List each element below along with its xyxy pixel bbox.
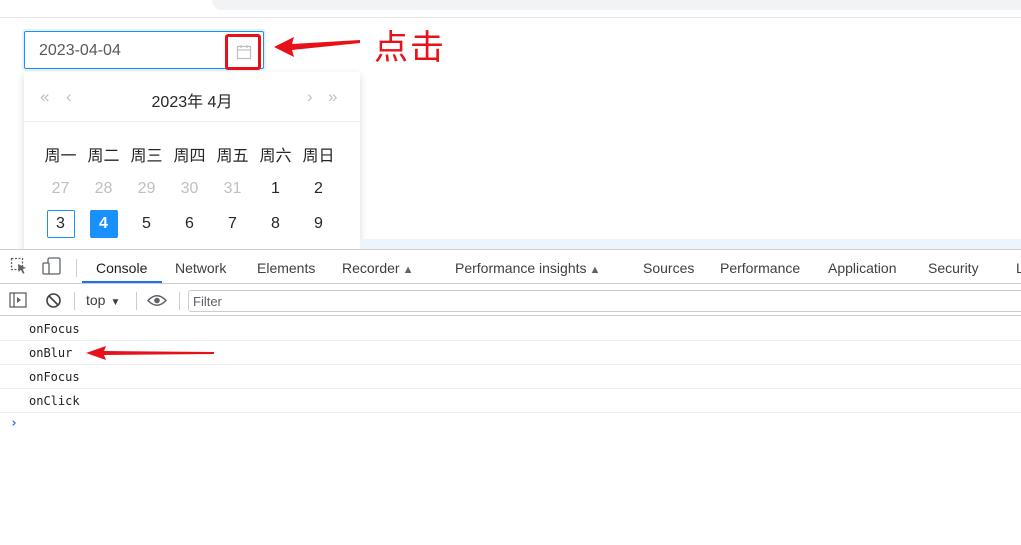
console-log-line: onFocus xyxy=(0,365,1021,389)
console-log-line: onFocus xyxy=(0,317,1021,341)
calendar-day[interactable]: 28 xyxy=(82,175,125,203)
filter-input[interactable]: Filter xyxy=(188,290,1021,312)
tab-performance-insights[interactable]: Performance insights ▲ xyxy=(455,260,600,276)
calendar-day[interactable]: 6 xyxy=(168,210,211,238)
calendar-week-row: 27 28 29 30 31 1 2 xyxy=(39,175,340,203)
calendar-day[interactable]: 5 xyxy=(125,210,168,238)
weekday-label: 周五 xyxy=(216,148,249,165)
page-bottom-strip xyxy=(360,239,1021,249)
calendar-icon-highlight[interactable] xyxy=(225,34,261,70)
eye-icon[interactable] xyxy=(147,294,167,307)
caret-down-icon: ▼ xyxy=(110,297,121,308)
calendar-day[interactable]: 30 xyxy=(168,175,211,203)
devtools-panel: Console Network Elements Recorder ▲ Perfo… xyxy=(0,249,1021,545)
console-toolbar: top ▼ Filter xyxy=(0,285,1021,316)
weekday-label: 周六 xyxy=(259,148,292,165)
next-month-icon[interactable]: › xyxy=(307,87,313,107)
flask-icon: ▲ xyxy=(589,264,601,276)
weekday-label: 周三 xyxy=(130,148,163,165)
calendar-day-selected[interactable]: 4 xyxy=(82,210,125,238)
calendar-day[interactable]: 27 xyxy=(39,175,82,203)
today-day-label: 3 xyxy=(46,210,75,238)
tab-recorder[interactable]: Recorder ▲ xyxy=(342,260,413,276)
tab-lighthouse[interactable]: L xyxy=(1016,260,1021,276)
calendar-day[interactable]: 9 xyxy=(297,210,340,238)
console-log-line: onClick xyxy=(0,389,1021,413)
weekday-label: 周日 xyxy=(302,148,335,165)
calendar-icon[interactable] xyxy=(236,44,252,60)
context-selector[interactable]: top ▼ xyxy=(86,292,120,308)
tab-recorder-label: Recorder xyxy=(342,260,400,276)
tab-console[interactable]: Console xyxy=(96,260,147,276)
weekday-label: 周四 xyxy=(173,148,206,165)
calendar-day[interactable]: 8 xyxy=(254,210,297,238)
context-selector-label: top xyxy=(86,292,106,308)
sidebar-toggle-icon[interactable] xyxy=(9,292,27,308)
calendar-day[interactable]: 1 xyxy=(254,175,297,203)
calendar-day-today[interactable]: 3 xyxy=(39,210,82,238)
tab-security[interactable]: Security xyxy=(928,260,979,276)
tab-sources[interactable]: Sources xyxy=(643,260,694,276)
calendar-day[interactable]: 2 xyxy=(297,175,340,203)
tab-application[interactable]: Application xyxy=(828,260,897,276)
calendar-header: « ‹ 2023年 4月 › » xyxy=(24,72,360,122)
clear-console-icon[interactable] xyxy=(45,292,62,309)
tab-network[interactable]: Network xyxy=(175,260,226,276)
device-toolbar-icon[interactable] xyxy=(42,257,62,275)
date-value: 2023-04-04 xyxy=(39,42,121,59)
tab-performance[interactable]: Performance xyxy=(720,260,800,276)
calendar-dropdown: « ‹ 2023年 4月 › » 周一 周二 周三 周四 周五 周六 周日 27… xyxy=(24,72,360,250)
next-year-icon[interactable]: » xyxy=(328,87,337,107)
calendar-day[interactable]: 7 xyxy=(211,210,254,238)
console-prompt-icon[interactable]: › xyxy=(10,416,18,431)
weekday-row: 周一 周二 周三 周四 周五 周六 周日 xyxy=(39,142,340,166)
tab-elements[interactable]: Elements xyxy=(257,260,315,276)
tab-performance-insights-label: Performance insights xyxy=(455,260,587,276)
annotation-label: 点击 xyxy=(374,28,446,68)
devtools-tab-bar: Console Network Elements Recorder ▲ Perfo… xyxy=(0,250,1021,284)
calendar-week-row: 3 4 5 6 7 8 9 xyxy=(39,210,340,238)
active-tab-indicator xyxy=(82,281,162,283)
annotation-arrow-icon xyxy=(86,346,214,360)
browser-top-strip xyxy=(0,0,1021,18)
weekday-label: 周二 xyxy=(87,148,120,165)
inspect-element-icon[interactable] xyxy=(10,257,28,275)
selected-day-label: 4 xyxy=(89,210,118,238)
weekday-label: 周一 xyxy=(44,148,77,165)
calendar-day[interactable]: 31 xyxy=(211,175,254,203)
annotation-arrow-icon xyxy=(274,37,360,57)
calendar-day[interactable]: 29 xyxy=(125,175,168,203)
flask-icon: ▲ xyxy=(402,264,414,276)
address-bar[interactable] xyxy=(212,0,1021,10)
